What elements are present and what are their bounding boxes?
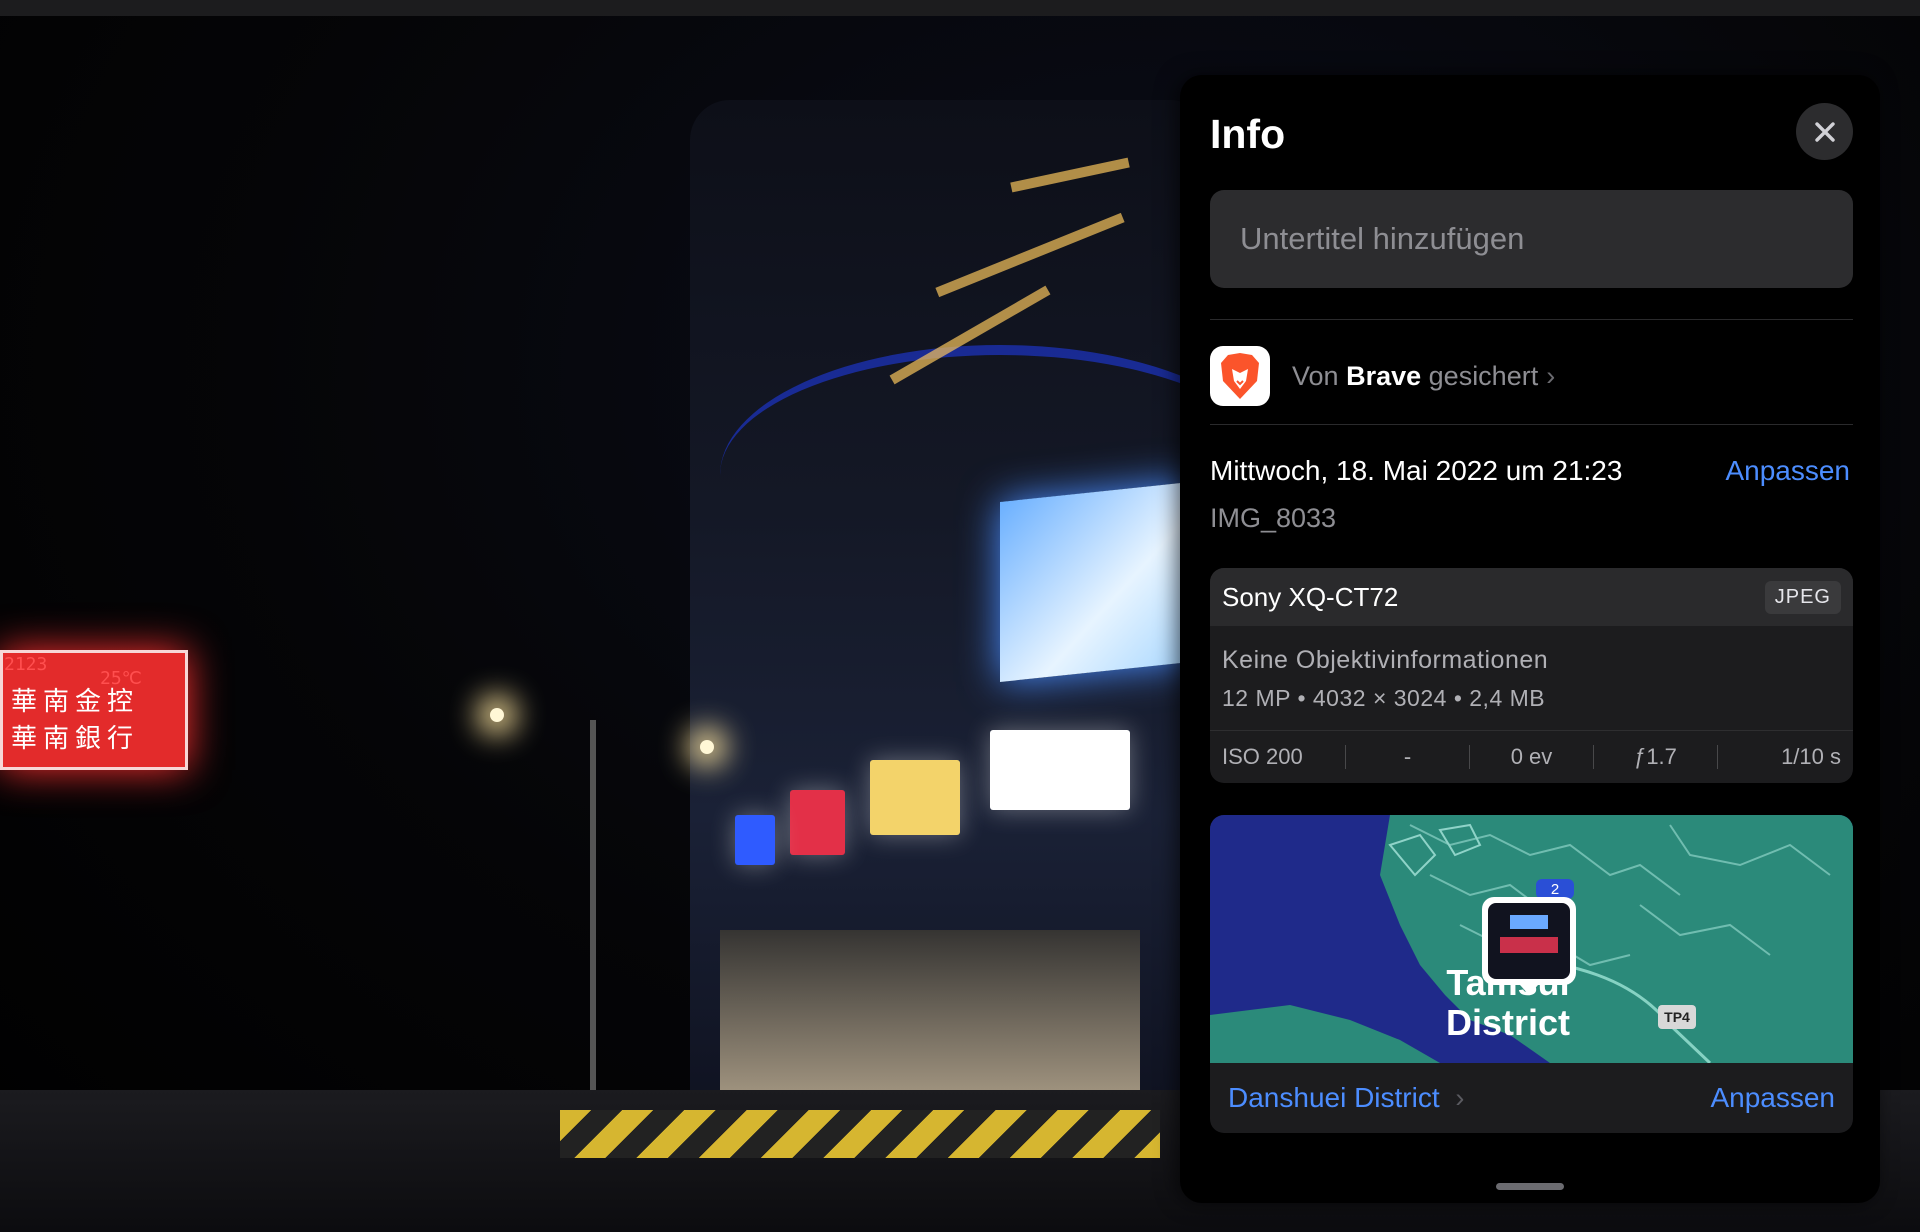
location-card: 2 TP4 Tamsui District Danshuei District … — [1210, 815, 1853, 1133]
video-billboard — [1000, 482, 1190, 682]
road-badge-2: 2 — [1551, 881, 1559, 898]
street-lamp — [490, 708, 504, 722]
top-bar — [0, 0, 1920, 16]
exif-aperture: ƒ1.7 — [1634, 744, 1677, 769]
saved-prefix: Von — [1292, 360, 1339, 391]
camera-info-card: Sony XQ-CT72 JPEG Keine Objektivinformat… — [1210, 568, 1853, 783]
exif-focal-length: - — [1403, 744, 1412, 769]
store-sign — [735, 815, 775, 865]
info-panel: Info Von Brave gesichert › Mittwoch, 18.… — [1180, 75, 1880, 1203]
capture-date: Mittwoch, 18. Mai 2022 um 21:23 — [1210, 455, 1623, 486]
bank-sign-time: 2123 — [4, 654, 48, 675]
divider — [1210, 424, 1853, 425]
adjust-date-link[interactable]: Anpassen — [1725, 455, 1850, 487]
panel-title: Info — [1210, 111, 1286, 157]
saved-suffix: gesichert — [1428, 360, 1539, 391]
location-link[interactable]: Danshuei District › — [1228, 1082, 1464, 1114]
street-light-pole — [590, 720, 596, 1140]
district-label-2: District — [1446, 1002, 1570, 1043]
close-button[interactable] — [1796, 103, 1853, 160]
street-lamp — [700, 740, 714, 754]
camera-header: Sony XQ-CT72 JPEG — [1210, 568, 1853, 626]
store-sign — [790, 790, 845, 855]
format-badge: JPEG — [1764, 580, 1841, 614]
bank-sign-line2: 華南銀行 — [11, 724, 140, 754]
bank-sign-line1: 華南金控 — [11, 687, 140, 717]
image-specs: 12 MP • 4032 × 3024 • 2,4 MB — [1222, 685, 1546, 711]
file-name: IMG_8033 — [1210, 503, 1337, 533]
location-name: Danshuei District — [1228, 1082, 1440, 1113]
saved-by-row[interactable]: Von Brave gesichert › — [1210, 342, 1853, 410]
chevron-right-icon: › — [1546, 360, 1556, 391]
caption-input[interactable] — [1210, 190, 1853, 288]
camera-model: Sony XQ-CT72 — [1222, 581, 1399, 612]
brave-lion-icon — [1221, 353, 1259, 399]
divider — [1210, 319, 1853, 320]
exif-row: ISO 200 - 0 ev ƒ1.7 1/10 s — [1210, 730, 1853, 783]
exif-iso: ISO 200 — [1222, 744, 1303, 769]
lens-info: Keine Objektivinformationen — [1222, 646, 1549, 674]
adjust-location-link[interactable]: Anpassen — [1710, 1082, 1835, 1114]
brave-app-icon — [1210, 346, 1270, 406]
exif-shutter: 1/10 s — [1781, 744, 1841, 769]
bank-sign-temp: 25℃ — [100, 668, 142, 689]
storefront — [720, 930, 1140, 1100]
chevron-right-icon: › — [1455, 1083, 1465, 1113]
location-map[interactable]: 2 TP4 Tamsui District — [1210, 815, 1853, 1063]
saved-by-text: Von Brave gesichert — [1292, 361, 1538, 392]
saved-app-name: Brave — [1346, 360, 1422, 391]
store-sign — [990, 730, 1130, 810]
road-badge-tp4: TP4 — [1664, 1009, 1690, 1025]
road-barrier — [560, 1110, 1160, 1158]
location-footer: Danshuei District › Anpassen — [1210, 1063, 1853, 1133]
exif-exposure-bias: 0 ev — [1510, 744, 1553, 769]
xmark-icon — [1814, 121, 1835, 142]
store-sign — [870, 760, 960, 835]
sheet-grabber[interactable] — [1496, 1183, 1564, 1190]
photo-pin[interactable] — [1482, 897, 1576, 995]
